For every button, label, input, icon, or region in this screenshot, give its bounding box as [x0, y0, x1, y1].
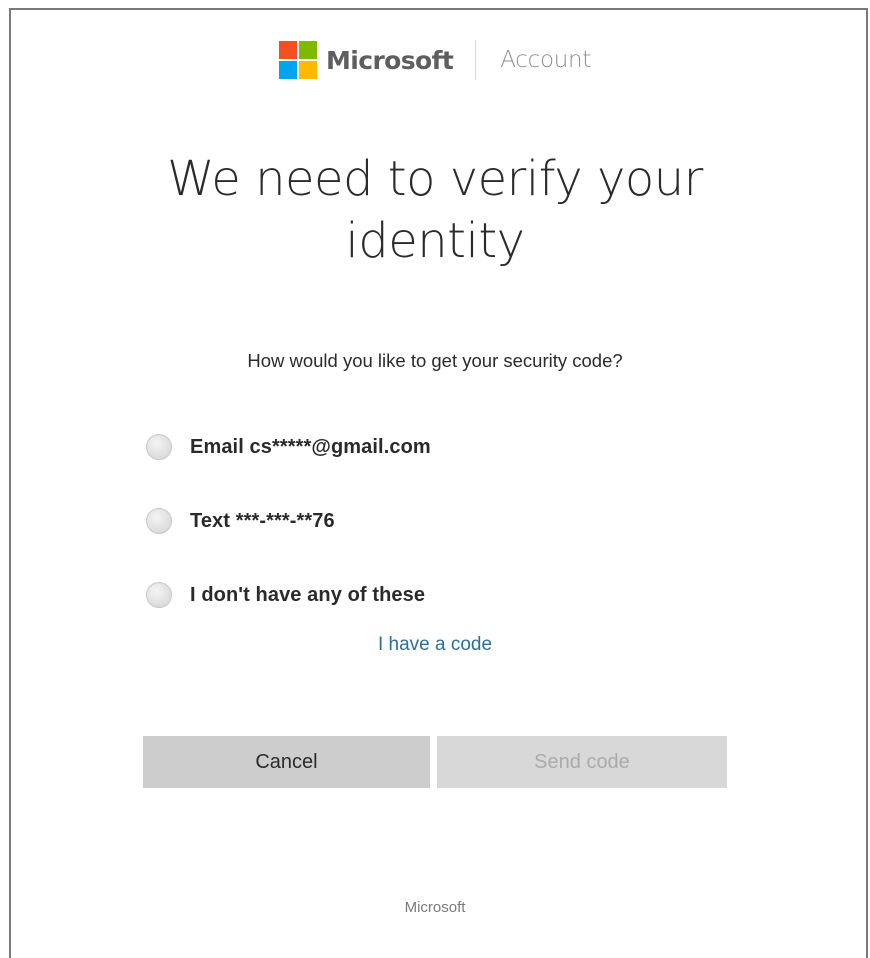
- microsoft-logo: Microsoft: [278, 41, 454, 79]
- option-text-label[interactable]: Text ***-***-**76: [190, 510, 335, 533]
- logo-square-red: [278, 41, 297, 59]
- brand-name: Microsoft: [325, 45, 454, 75]
- send-code-button[interactable]: Send code: [437, 736, 727, 788]
- option-none-label[interactable]: I don't have any of these: [190, 584, 425, 607]
- page-title: We need to verify your identity: [0, 148, 870, 272]
- microsoft-logo-icon: [278, 41, 317, 79]
- security-code-question: How would you like to get your security …: [247, 350, 623, 371]
- section-name: Account: [500, 47, 592, 73]
- option-email[interactable]: Email cs*****@gmail.com: [146, 426, 431, 468]
- page-title-line-2: identity: [345, 213, 525, 269]
- radio-button-icon[interactable]: [146, 508, 172, 534]
- page-title-line-1: We need to verify your: [167, 151, 703, 207]
- verification-options: Email cs*****@gmail.com Text ***-***-**7…: [146, 426, 431, 648]
- cancel-button[interactable]: Cancel: [143, 736, 430, 788]
- logo-square-blue: [278, 61, 297, 79]
- footer-brand: Microsoft: [404, 899, 466, 916]
- header: Microsoft Account: [0, 38, 870, 82]
- have-code-link[interactable]: I have a code: [0, 634, 870, 656]
- option-text[interactable]: Text ***-***-**76: [146, 500, 431, 542]
- logo-square-green: [298, 41, 317, 59]
- header-divider: [475, 40, 477, 80]
- radio-button-icon[interactable]: [146, 434, 172, 460]
- button-row: Cancel Send code: [143, 736, 727, 788]
- option-email-label[interactable]: Email cs*****@gmail.com: [190, 436, 431, 459]
- option-none[interactable]: I don't have any of these: [146, 574, 431, 616]
- radio-button-icon[interactable]: [146, 582, 172, 608]
- logo-square-yellow: [298, 61, 317, 79]
